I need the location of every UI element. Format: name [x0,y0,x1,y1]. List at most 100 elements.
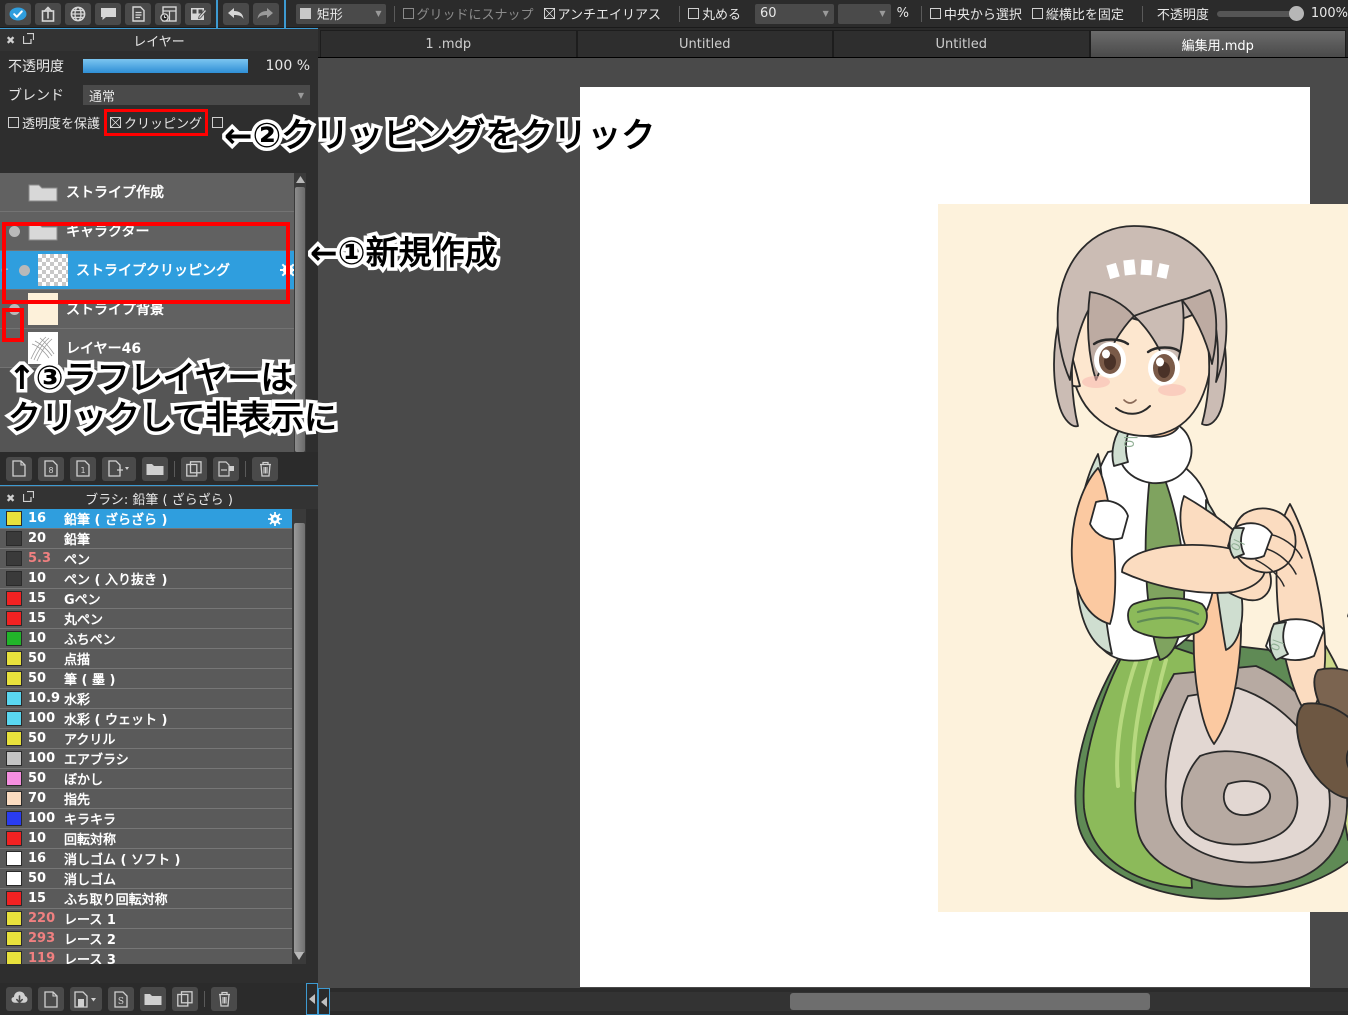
brush-row[interactable]: 15 ふち取り回転対称 [0,889,292,909]
gear-icon[interactable] [268,511,284,527]
third-flag-checkbox[interactable] [212,117,226,128]
brush-list[interactable]: 16 鉛筆 ( ざらざら ) 20 鉛筆 5.3 ペン 10 ペン ( 入り抜き… [0,509,292,964]
brush-row[interactable]: 100 水彩 ( ウェット ) [0,709,292,729]
brush-name: レース 1 [64,909,116,928]
antialias-checkbox[interactable]: アンチエイリアス [544,4,661,23]
brush-folder-icon[interactable] [140,987,166,1011]
brush-row[interactable]: 15 丸ペン [0,609,292,629]
timelapse-icon[interactable] [155,3,181,25]
layer-list-scrollbar[interactable] [294,173,306,479]
scroll-left-icon[interactable] [318,988,330,1015]
layer-opacity-slider[interactable] [83,59,248,73]
round-unit-select[interactable]: ▼ [838,4,891,24]
popout-icon[interactable] [23,491,34,506]
canvas-horizontal-scrollbar[interactable] [318,988,1348,1015]
brush-row[interactable]: 10 ふちペン [0,629,292,649]
layer-visibility-toggle[interactable] [0,187,28,198]
brush-row[interactable]: 20 鉛筆 [0,529,292,549]
duplicate-brush-icon[interactable] [172,987,198,1011]
layer-row[interactable]: キャラクター [0,212,306,251]
brush-row[interactable]: 70 指先 [0,789,292,809]
canvas-paper[interactable]: 0| 0| [580,87,1310,987]
new-folder-icon[interactable] [142,457,168,481]
layer-visibility-toggle[interactable] [0,304,28,315]
brush-row[interactable]: 50 ぼかし [0,769,292,789]
from-center-checkbox[interactable]: 中央から選択 [930,4,1022,23]
brush-row[interactable]: 50 点描 [0,649,292,669]
brush-row[interactable]: 50 筆 ( 墨 ) [0,669,292,689]
new-layer-icon[interactable] [6,457,32,481]
brush-row[interactable]: 16 消しゴム ( ソフト ) [0,849,292,869]
brush-row[interactable]: 100 キラキラ [0,809,292,829]
layer-row[interactable]: ストライプ作成 [0,173,306,212]
shape-tool-select[interactable]: 矩形 ▼ [296,4,386,24]
scroll-up-icon[interactable] [294,173,306,185]
brush-row[interactable]: 10 ペン ( 入り抜き ) [0,569,292,589]
layer-visibility-toggle[interactable] [0,343,28,354]
brush-row[interactable]: 15 Gペン [0,589,292,609]
brush-row[interactable]: 10.9 水彩 [0,689,292,709]
document-icon[interactable] [125,3,151,25]
delete-layer-icon[interactable] [252,457,278,481]
save-brush-menu-icon[interactable] [70,987,102,1011]
edit-grid-icon[interactable] [185,3,211,25]
new-brush-icon[interactable] [38,987,64,1011]
download-brush-icon[interactable] [6,987,32,1011]
close-icon[interactable]: ✖ [6,34,15,47]
snap-to-grid-checkbox[interactable]: グリッドにスナップ [403,4,534,23]
duplicate-layer-icon[interactable] [181,457,207,481]
clipping-checkbox[interactable]: クリッピング [104,109,208,136]
add-layer-menu-icon[interactable] [102,457,136,481]
share-upload-icon[interactable] [35,3,61,25]
brush-row[interactable]: 220 レース 1 [0,909,292,929]
toolbar-opacity-slider[interactable] [1217,11,1301,17]
brush-scroll-thumb[interactable] [294,523,305,953]
lock-alpha-checkbox[interactable]: 透明度を保護 [8,113,100,132]
brush-list-scrollbar[interactable] [292,509,306,964]
brush-row[interactable]: 293 レース 2 [0,929,292,949]
layer-row-selected[interactable]: ⌐ ストライプクリッピング [0,251,306,290]
toolbar-opacity-control[interactable]: 不透明度 100% [1157,4,1348,23]
round-value-input[interactable]: 60 ▼ [755,4,834,24]
brush-row[interactable]: 5.3 ペン [0,549,292,569]
tab-henshuyou-mdp[interactable]: 編集用.mdp [1090,30,1347,57]
new-8bit-layer-icon[interactable]: 8 [38,457,64,481]
globe-icon[interactable] [65,3,91,25]
layer-row[interactable]: ストライプ背景 [0,290,306,329]
layer-blend-select[interactable]: 通常 ▼ [83,85,310,105]
delete-brush-icon[interactable] [211,987,237,1011]
brush-size: 16 [28,851,64,866]
round-corners-checkbox[interactable]: 丸める [688,4,741,23]
cloud-check-icon[interactable] [5,3,31,25]
close-icon[interactable]: ✖ [6,492,15,505]
brush-row[interactable]: 10 回転対称 [0,829,292,849]
hscroll-thumb[interactable] [790,993,1150,1010]
brush-row[interactable]: 100 エアブラシ [0,749,292,769]
layer-scroll-thumb[interactable] [295,187,305,452]
scroll-down-icon[interactable] [294,945,304,964]
script-brush-icon[interactable]: S [108,987,134,1011]
fix-aspect-checkbox[interactable]: 縦横比を固定 [1032,4,1124,23]
tab-untitled-1[interactable]: Untitled [577,30,834,57]
brush-name: 回転対称 [64,829,116,848]
redo-arrow-icon[interactable] [253,3,279,25]
brush-row-selected[interactable]: 16 鉛筆 ( ざらざら ) [0,509,292,529]
popout-icon[interactable] [23,33,34,48]
tab-untitled-2[interactable]: Untitled [833,30,1090,57]
layer-list[interactable]: ストライプ作成 キャラクター ⌐ ストライプクリッピング [0,173,306,479]
layer-visibility-toggle[interactable] [0,226,28,237]
brush-row[interactable]: 50 消しゴム [0,869,292,889]
hscroll-track[interactable] [330,992,1348,1011]
undo-arrow-icon[interactable] [223,3,249,25]
canvas-area[interactable]: 0| 0| [318,58,1348,988]
collapse-panel-icon[interactable] [306,983,318,1015]
new-1bit-layer-icon[interactable]: 1 [70,457,96,481]
layer-visibility-toggle[interactable] [10,265,38,276]
merge-down-icon[interactable] [213,457,239,481]
layer-row[interactable]: レイヤー46 [0,329,306,368]
brush-row[interactable]: 50 アクリル [0,729,292,749]
slider-knob[interactable] [1289,6,1304,21]
comment-icon[interactable] [95,3,121,25]
tab-1mdp[interactable]: 1 .mdp [320,30,577,57]
brush-row[interactable]: 119 レース 3 [0,949,292,964]
